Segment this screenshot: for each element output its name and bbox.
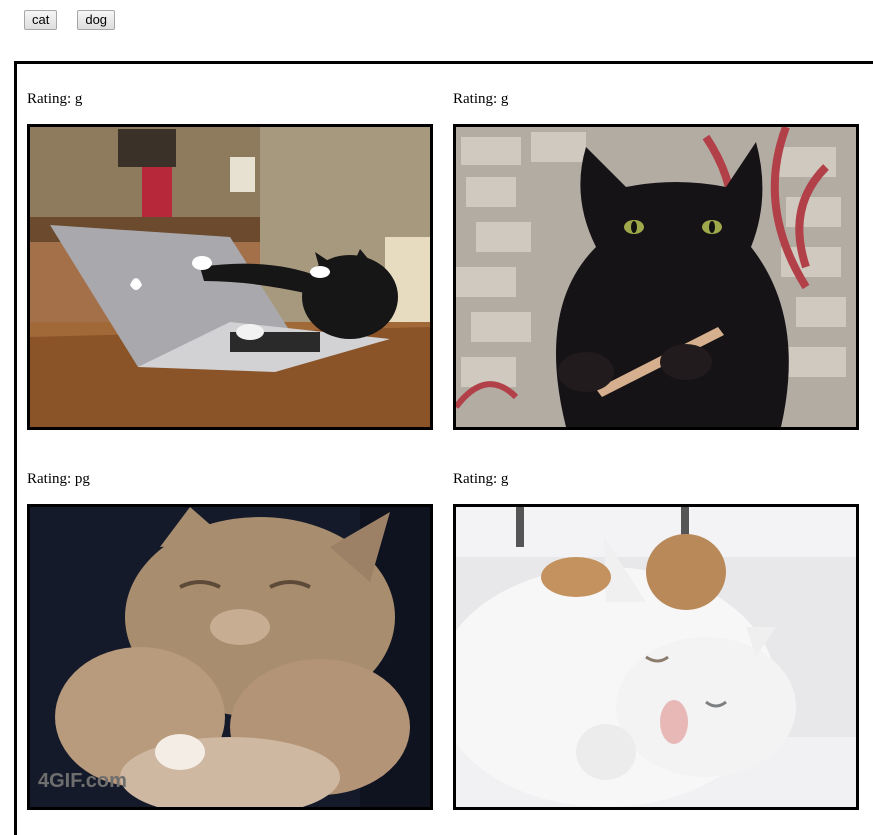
dog-button[interactable]: dog <box>77 10 116 30</box>
gif-card: Rating: g <box>453 469 859 810</box>
gif-card: Rating: g <box>27 89 433 430</box>
search-buttons: cat dog <box>24 10 116 30</box>
black-cat-image <box>456 127 856 427</box>
rating-text: Rating: g <box>27 89 433 109</box>
rating-label: Rating: <box>27 471 72 487</box>
gif-watermark: 4GIF.com <box>38 770 127 792</box>
rating-value: g <box>500 91 509 107</box>
rating-value: pg <box>74 471 90 487</box>
cat-button[interactable]: cat <box>24 10 58 30</box>
rating-text: Rating: g <box>453 89 859 109</box>
white-cat-image <box>456 507 856 807</box>
gif-image[interactable] <box>27 124 433 430</box>
rating-label: Rating: <box>27 91 72 107</box>
cat-laptop-image <box>30 127 430 427</box>
sleepy-kitten-image: 4GIF.com <box>30 507 430 807</box>
gif-card: Rating: pg 4GIF.com <box>27 469 433 810</box>
gif-image[interactable] <box>453 124 859 430</box>
rating-label: Rating: <box>453 471 498 487</box>
rating-value: g <box>500 471 509 487</box>
gif-image[interactable] <box>453 504 859 810</box>
gif-results-panel: Rating: g Rating: g Rating: pg 4GIF.com … <box>14 61 873 835</box>
rating-value: g <box>74 91 83 107</box>
rating-label: Rating: <box>453 91 498 107</box>
rating-text: Rating: pg <box>27 469 433 489</box>
gif-image[interactable]: 4GIF.com <box>27 504 433 810</box>
rating-text: Rating: g <box>453 469 859 489</box>
gif-card: Rating: g <box>453 89 859 430</box>
